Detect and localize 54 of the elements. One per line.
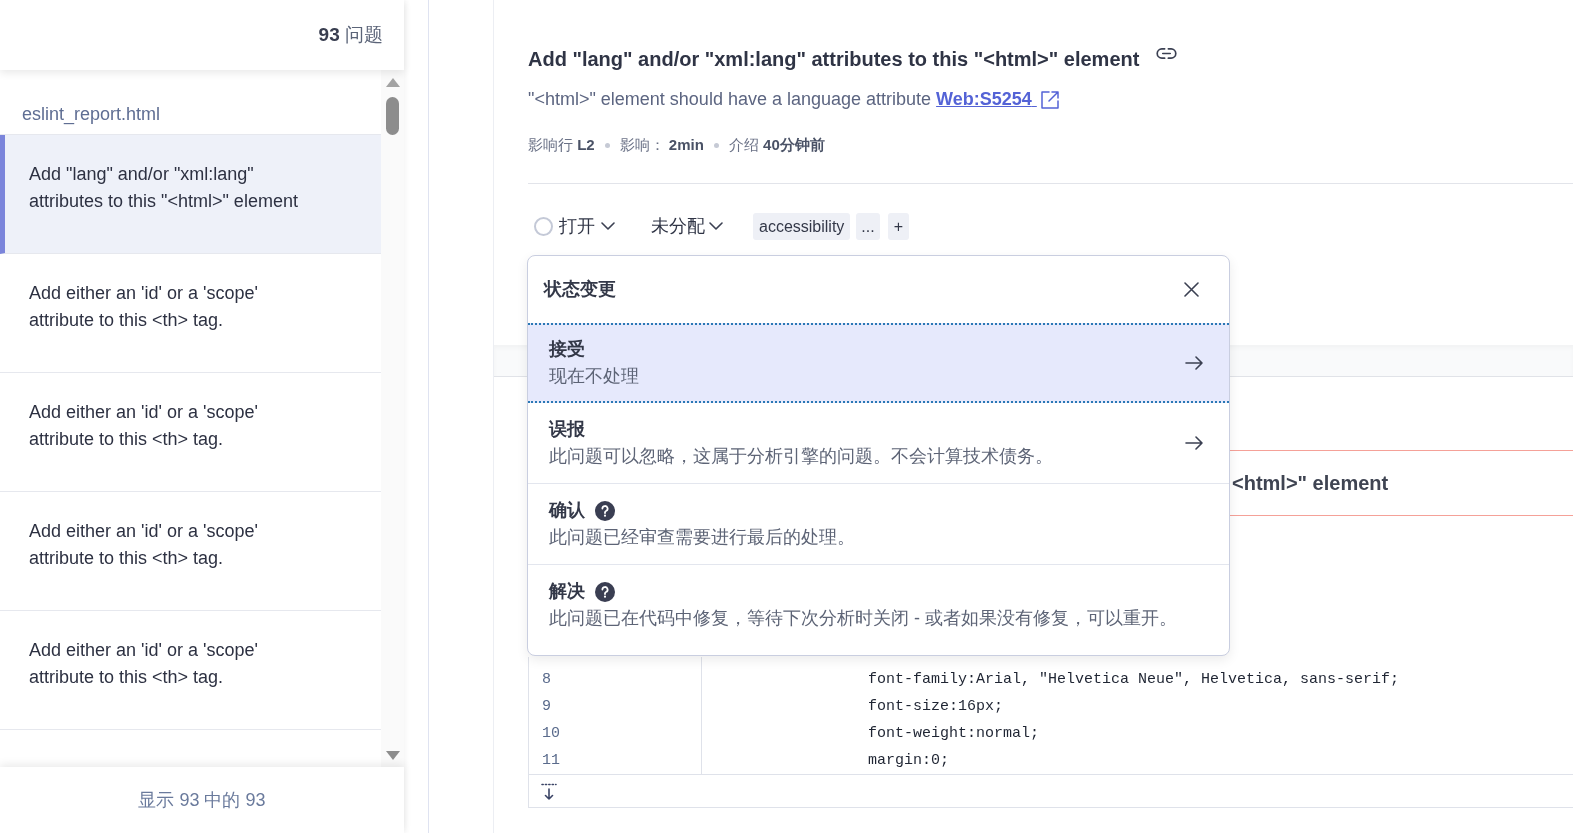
link-icon[interactable] [1156, 47, 1178, 60]
close-icon[interactable] [1184, 282, 1199, 297]
more-tags-button[interactable]: ... [856, 212, 880, 240]
status-option[interactable]: 误报 此问题可以忽略，这属于分析引擎的问题。不会计算技术债务。 [528, 403, 1229, 484]
external-link-icon[interactable] [1040, 90, 1059, 109]
option-description: 此问题已经审查需要进行最后的处理。 [549, 526, 856, 549]
assignee-dropdown[interactable]: 未分配 [651, 212, 723, 240]
line-number: 10 [541, 724, 561, 744]
help-icon[interactable] [595, 500, 615, 521]
arrow-right-icon [1185, 436, 1203, 450]
line-number: 8 [541, 670, 552, 690]
status-option[interactable]: 确认 此问题已经审查需要进行最后的处理。 [528, 484, 1229, 565]
arrow-right-icon [1185, 356, 1203, 370]
code-line: font-size:16px; [867, 697, 1005, 717]
code-line: font-weight:normal; [867, 724, 1041, 744]
status-option[interactable]: 接受 现在不处理 [528, 323, 1229, 403]
issue-description: "<html>" element should have a language attribute Web:S5254 [528, 86, 1573, 113]
option-description: 此问题可以忽略，这属于分析引擎的问题。不会计算技术债务。 [549, 445, 1054, 468]
issue-count: 93 问题 [318, 22, 383, 47]
option-description: 现在不处理 [549, 365, 640, 388]
results-count: 显示 93 中的 93 [138, 788, 266, 812]
scrollbar[interactable] [381, 70, 404, 767]
status-dropdown[interactable]: 打开 [534, 212, 615, 240]
issue-message: <html>" element [1232, 471, 1389, 496]
scroll-down-icon[interactable] [385, 751, 400, 760]
issue-list-item[interactable]: Add "lang" and/or "xml:lang" attributes to this "<html>" element [0, 135, 381, 254]
code-line: margin:0; [867, 751, 950, 771]
chevron-down-icon [709, 222, 723, 230]
option-title: 确认 [549, 499, 585, 522]
meta-info: 介绍 40分钟前 [728, 134, 825, 155]
status-option[interactable]: 解决 此问题已在代码中修复，等待下次分析时关闭 - 或者如果没有修复，可以重开。 [528, 565, 1229, 645]
meta-info: 影响： 2min [619, 134, 704, 155]
add-tag-button[interactable]: + [887, 212, 910, 240]
issue-list-item[interactable]: Add either an 'id' or a 'scope' attribute to this <th> tag. [0, 611, 381, 730]
help-icon[interactable] [595, 581, 615, 602]
line-number: 9 [541, 697, 552, 717]
scrollbar-thumb[interactable] [386, 97, 399, 135]
meta-info: 影响行 L2 [528, 134, 595, 155]
rule-link[interactable]: Web:S5254 [936, 86, 1037, 113]
issue-list-item[interactable]: Add either an 'id' or a 'scope' attribute to this <th> tag. [0, 254, 381, 373]
popup-title: 状态变更 [544, 278, 616, 301]
code-line: font-family:Arial, "Helvetica Neue", Helvetica, sans-serif; [867, 670, 1401, 690]
issue-title: Add "lang" and/or "xml:lang" attributes to this "<html>" element [528, 47, 1140, 72]
file-name: eslint_report.html [22, 103, 161, 125]
line-number: 11 [541, 751, 561, 771]
chevron-down-icon [601, 222, 615, 230]
option-title: 误报 [549, 418, 585, 441]
tag: accessibility [753, 212, 851, 240]
option-title: 解决 [549, 580, 585, 603]
issue-list-item[interactable]: Add either an 'id' or a 'scope' attribute to this <th> tag. [0, 492, 381, 611]
option-title: 接受 [549, 338, 585, 361]
option-description: 此问题已在代码中修复，等待下次分析时关闭 - 或者如果没有修复，可以重开。 [549, 607, 1178, 630]
expand-down-icon[interactable] [541, 782, 557, 800]
issue-list-item[interactable]: Add either an 'id' or a 'scope' attribute to this <th> tag. [0, 373, 381, 492]
